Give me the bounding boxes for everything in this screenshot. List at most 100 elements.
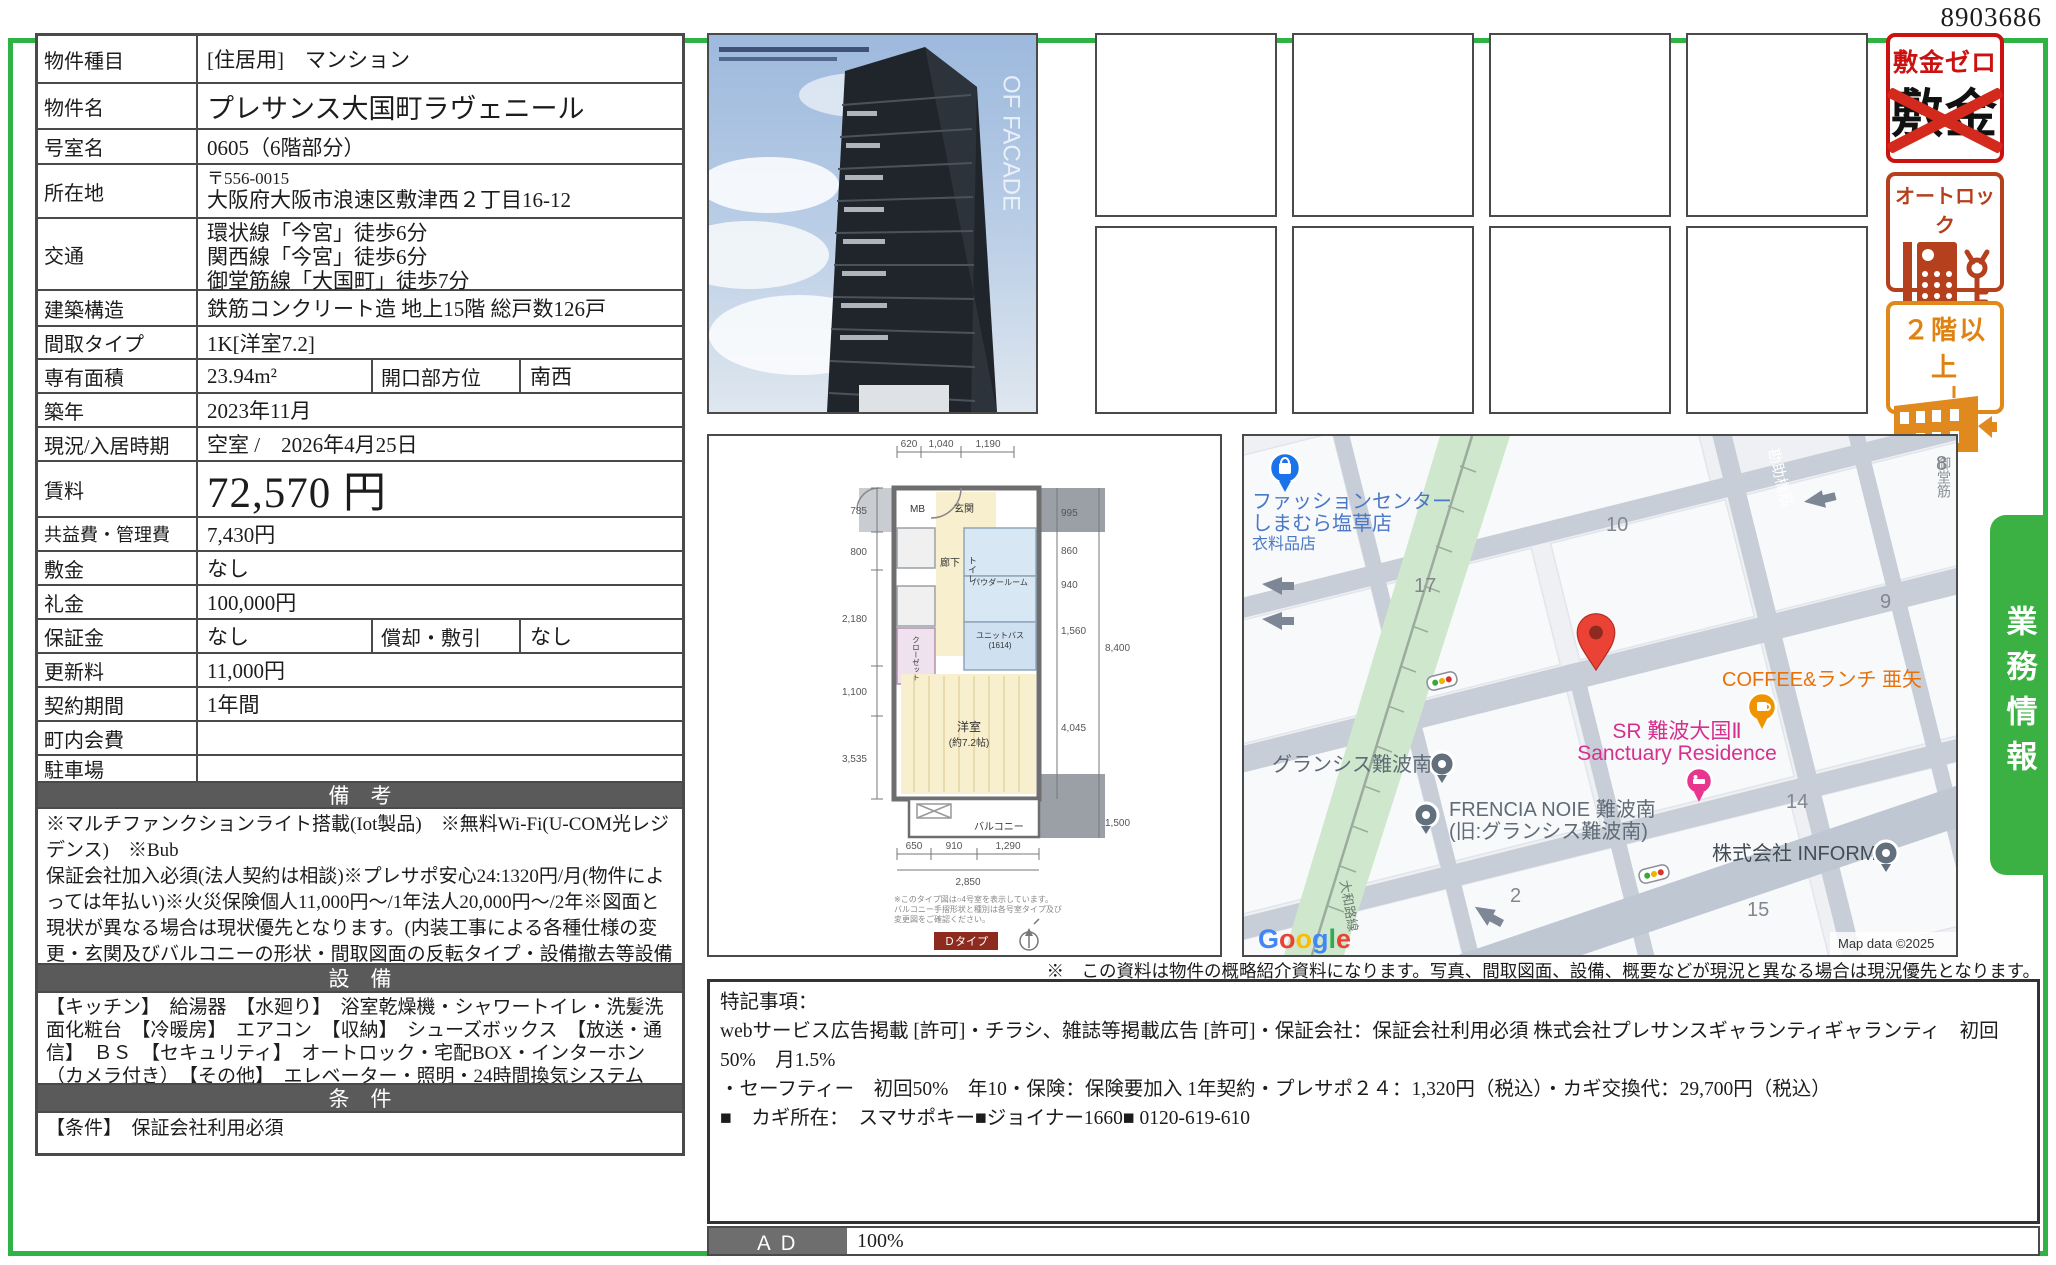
dim-label: 1,500 [1105, 818, 1130, 829]
floorplan-note: 変更図をご確認ください。 [894, 914, 990, 924]
remarks-text: ※マルチファンクションライト搭載(Iot製品) ※無料Wi-Fi(U-COM光レ… [38, 807, 682, 963]
table-row: 保証金 なし 償却・敷引 なし [38, 618, 682, 652]
built-year-value: 2023年11月 [198, 394, 682, 426]
room-label-powder: パウダールーム [972, 577, 1028, 587]
row-label: 物件名 [38, 84, 198, 128]
dim-label: 620 [901, 439, 918, 450]
poi-label-sr: Sanctuary Residence [1577, 742, 1777, 765]
special-notes-box: 特記事項： webサービス広告掲載 [許可]・チラシ、雑誌等掲載広告 [許可]・… [707, 979, 2040, 1224]
rent-value: 72,570 円 [198, 462, 682, 516]
poi-label-shimamura: 衣料品店 [1252, 535, 1316, 553]
area-value: 23.94m² [198, 360, 371, 392]
image-placeholder-box [1292, 226, 1474, 414]
row-label: 建築構造 [38, 291, 198, 325]
access-line: 御堂筋線「大国町」徒歩7分 [207, 269, 673, 293]
renewal-fee-value: 11,000円 [198, 654, 682, 686]
image-placeholder-box [1095, 226, 1277, 414]
parking-value [198, 756, 682, 781]
poi-label-shimamura: しまむら塩草店 [1252, 512, 1392, 535]
floorplan-note: バルコニー手摺形状と種別は各号室タイプ及び [894, 904, 1062, 914]
access-line: 関西線「今宮」徒歩6分 [207, 245, 673, 269]
dim-label: 8,400 [1105, 643, 1130, 654]
amortization-label: 償却・敷引 [371, 620, 521, 652]
poi-label-frencia: (旧:グランシス難波南) [1449, 820, 1648, 843]
status-value: 空室 / 2026年4月25日 [198, 428, 682, 460]
poi-label-gransis: グランシス難波南 [1272, 753, 1432, 776]
poi-label-coffee: COFFEE&ランチ 亜矢 [1722, 668, 1922, 691]
image-placeholder-box [1686, 33, 1868, 217]
row-label: 築年 [38, 394, 198, 426]
table-row: 号室名 0605（6階部分） [38, 128, 682, 163]
crossed-deposit: 敷金 [1890, 83, 2000, 155]
room-label-main: 洋室 [957, 719, 981, 734]
special-notes-title: 特記事項： [720, 988, 2027, 1017]
plan-type-label: Ｄタイプ [944, 935, 988, 948]
room-label-bath-size: (1614) [988, 641, 1011, 650]
floorplan-drawing: 620 1,040 1,190 [709, 436, 1220, 955]
address-text: 大阪府大阪市浪速区敷津西２丁目16-12 [207, 188, 673, 212]
image-placeholder-box [1489, 33, 1671, 217]
address-zip: 〒556-0015 [207, 169, 673, 188]
dim-label: 2,180 [842, 614, 867, 625]
table-row: 交通 環状線「今宮」徒歩6分 関西線「今宮」徒歩6分 御堂筋線「大国町」徒歩7分 [38, 217, 682, 289]
dim-label: 860 [1061, 546, 1078, 557]
image-placeholder-box [1686, 226, 1868, 414]
table-row: 物件種目 [住居用] マンション [38, 36, 682, 82]
no-deposit-badge-title: 敷金ゼロ [1890, 43, 2000, 79]
no-deposit-badge: 敷金ゼロ 敷金 [1886, 33, 2004, 163]
ad-label: ＡＤ [709, 1228, 847, 1254]
autolock-badge-title: オートロック [1890, 180, 2000, 238]
room-label-hall: 廊下 [940, 556, 960, 569]
block-number: 8 [1936, 453, 1947, 475]
dim-label: 3,535 [842, 754, 867, 765]
block-number: 14 [1786, 791, 1808, 813]
row-label: 賃料 [38, 462, 198, 516]
row-label: 契約期間 [38, 688, 198, 720]
table-row: 更新料 11,000円 [38, 652, 682, 686]
photo-watermark: OF FACADE [998, 75, 1025, 211]
property-type-value: [住居用] マンション [198, 36, 682, 82]
block-number: 10 [1606, 514, 1628, 536]
special-notes-line: webサービス広告掲載 [許可]・チラシ、雑誌等掲載広告 [許可]・保証会社：保… [720, 1017, 2027, 1075]
row-label: 保証金 [38, 620, 198, 652]
dim-label: 1,190 [975, 439, 1000, 450]
poi-label-inform: 株式会社 INFORM [1712, 842, 1876, 865]
dim-label: 1,560 [1061, 626, 1086, 637]
row-label: 物件種目 [38, 36, 198, 82]
row-label: 現況/入居時期 [38, 428, 198, 460]
row-label: 駐車場 [38, 756, 198, 781]
room-label-closet: クローゼット [911, 636, 920, 681]
facing-value: 南西 [521, 360, 682, 392]
key-money-value: 100,000円 [198, 586, 682, 618]
block-number: 17 [1414, 575, 1436, 597]
room-label-bath: ユニットバス [976, 631, 1024, 640]
compass-icon [1020, 919, 1039, 950]
floorplan-note: ※このタイプ図は○4号室を表示しています。 [894, 894, 1053, 904]
property-table: 物件種目 [住居用] マンション 物件名 プレサンス大国町ラヴェニール 号室名 … [35, 33, 685, 1156]
structure-value: 鉄筋コンクリート造 地上15階 総戸数126戸 [198, 291, 682, 325]
building-photo: OF FACADE [707, 33, 1038, 414]
google-logo: Google [1258, 924, 1351, 954]
map-attribution: Map data ©2025 [1838, 936, 1934, 951]
table-row: 所在地 〒556-0015 大阪府大阪市浪速区敷津西２丁目16-12 [38, 163, 682, 217]
room-label-balcony: バルコニー [974, 821, 1024, 833]
table-row: 建築構造 鉄筋コンクリート造 地上15階 総戸数126戸 [38, 289, 682, 325]
row-label: 更新料 [38, 654, 198, 686]
poi-label-sr: SR 難波大国Ⅱ [1612, 720, 1741, 743]
dim-label: 1,290 [995, 841, 1020, 852]
table-row: 町内会費 [38, 720, 682, 754]
amortization-value: なし [521, 620, 682, 652]
conditions-text: 【条件】 保証会社利用必須 [38, 1111, 682, 1153]
document-number: 8903686 [1941, 2, 2043, 33]
row-label: 敷金 [38, 552, 198, 584]
table-row: 築年 2023年11月 [38, 392, 682, 426]
access-value: 環状線「今宮」徒歩6分 関西線「今宮」徒歩6分 御堂筋線「大国町」徒歩7分 [198, 219, 682, 289]
block-number: 15 [1747, 899, 1769, 921]
image-placeholder-box [1292, 33, 1474, 217]
business-info-tab-label: 業務情報 [1997, 605, 2042, 785]
row-label: 専有面積 [38, 360, 198, 392]
dim-label: 1,040 [928, 439, 953, 450]
row-label: 交通 [38, 219, 198, 289]
table-row: 駐車場 [38, 754, 682, 781]
access-line: 環状線「今宮」徒歩6分 [207, 221, 673, 245]
